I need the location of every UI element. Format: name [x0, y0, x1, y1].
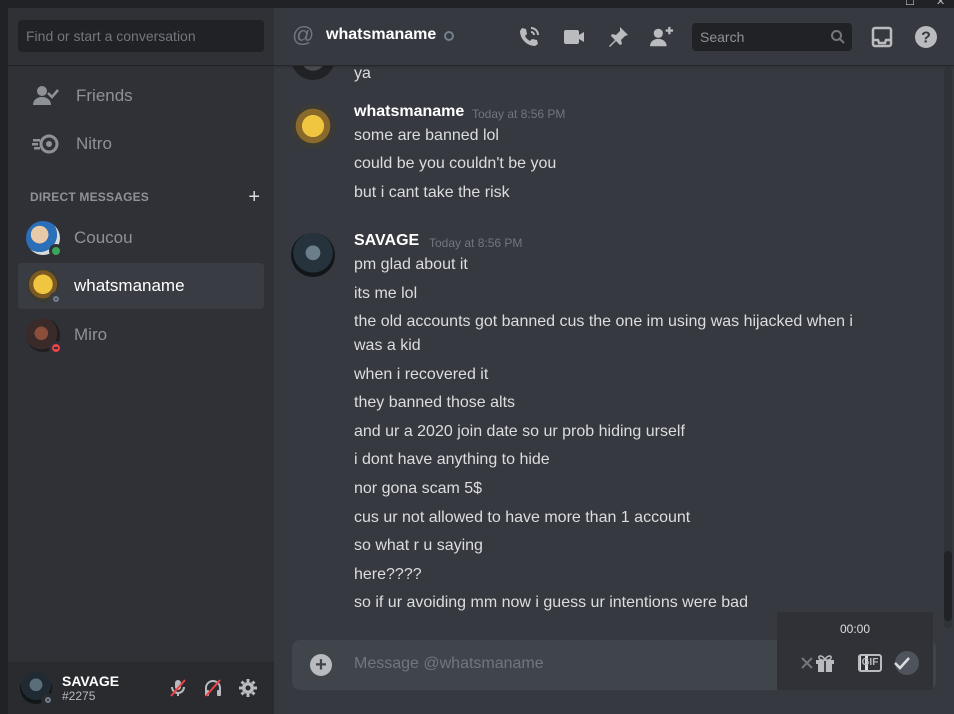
video-call-icon[interactable]	[562, 25, 586, 49]
user-identity: SAVAGE #2275	[62, 673, 119, 703]
message-text: was a kid	[354, 337, 421, 354]
channel-title: whatsmaname	[326, 26, 437, 43]
status-online-icon	[49, 244, 63, 258]
pinned-messages-icon[interactable]	[606, 25, 630, 49]
search-placeholder: Search	[700, 29, 745, 45]
dm-item-label: Miro	[74, 325, 108, 344]
avatar	[26, 221, 63, 258]
upload-plus-icon[interactable]: +	[310, 654, 332, 676]
message-author[interactable]: whatsmaname	[354, 103, 464, 121]
avatar	[26, 269, 63, 306]
gif-picker-icon[interactable]: GIF	[857, 650, 883, 676]
direct-messages-title: DIRECT MESSAGES	[30, 190, 150, 204]
chat-main: @ whatsmaname Search ? ya whatsmaname To…	[274, 8, 954, 714]
dm-sidebar: Find or start a conversation Friends Nit…	[8, 8, 274, 714]
dm-item-label: Coucou	[74, 228, 133, 247]
avatar[interactable]	[20, 672, 55, 707]
status-dnd-icon	[49, 341, 63, 355]
voice-call-icon[interactable]	[517, 25, 541, 49]
gift-icon[interactable]	[811, 650, 839, 676]
nav-item-label: Nitro	[76, 134, 112, 153]
message-list: ya whatsmaname Today at 8:56 PM some are…	[274, 66, 954, 626]
svg-text:?: ?	[921, 30, 931, 47]
message-text: and ur a 2020 join date so ur prob hidin…	[354, 423, 685, 440]
message-text: ya	[354, 66, 371, 82]
maximize-icon[interactable]: ☐	[905, 0, 915, 8]
message-text: here????	[354, 566, 422, 583]
user-panel: SAVAGE #2275	[8, 662, 274, 714]
user-settings-gear-icon[interactable]	[236, 676, 260, 700]
message-text: they banned those alts	[354, 394, 516, 411]
add-friend-to-dm-icon[interactable]	[650, 25, 674, 49]
friends-icon	[30, 80, 62, 112]
avatar[interactable]	[291, 104, 335, 148]
status-offline-icon	[41, 693, 55, 707]
message-author[interactable]: SAVAGE	[354, 232, 419, 250]
scrollbar-thumb[interactable]	[944, 551, 952, 621]
message-text: but i cant take the risk	[354, 184, 510, 201]
recording-timer: 00:00	[839, 622, 871, 636]
status-offline-icon	[49, 292, 63, 306]
message-timestamp: Today at 8:56 PM	[472, 107, 566, 121]
status-offline-icon	[444, 31, 454, 41]
header-search-input[interactable]: Search	[692, 23, 852, 51]
user-tag: #2275	[62, 689, 96, 703]
dm-item-label: whatsmaname	[74, 276, 185, 295]
nav-item-label: Friends	[76, 86, 133, 105]
dm-item-coucou[interactable]: Coucou	[18, 215, 264, 261]
nav-item-nitro[interactable]: Nitro	[18, 122, 264, 166]
deafen-headphones-icon[interactable]	[201, 676, 225, 700]
search-icon	[830, 29, 846, 45]
conversation-search-input[interactable]: Find or start a conversation	[18, 20, 264, 52]
message-text: pm glad about it	[354, 256, 468, 273]
message-text: so if ur avoiding mm now i guess ur inte…	[354, 594, 748, 611]
scrollbar-track[interactable]	[944, 68, 952, 628]
mute-microphone-icon[interactable]	[166, 676, 190, 700]
message-text: nor gona scam 5$	[354, 480, 483, 497]
inbox-icon[interactable]	[870, 25, 894, 49]
gif-label: GIF	[857, 654, 883, 672]
avatar	[291, 66, 335, 80]
create-dm-icon[interactable]: +	[248, 187, 260, 207]
nav-item-friends[interactable]: Friends	[18, 74, 264, 118]
avatar	[26, 318, 63, 355]
at-mention-icon: @	[292, 22, 315, 47]
chat-header: @ whatsmaname Search ?	[274, 8, 954, 66]
window-titlebar: ☐ ✕	[0, 0, 954, 8]
direct-messages-header: DIRECT MESSAGES +	[30, 187, 260, 207]
message-text: cus ur not allowed to have more than 1 a…	[354, 509, 691, 526]
message-text: i dont have anything to hide	[354, 451, 550, 468]
message-text: its me lol	[354, 285, 418, 302]
message-text: could be you couldn't be you	[354, 155, 557, 172]
sidebar-search-container: Find or start a conversation	[8, 8, 274, 66]
help-icon[interactable]: ?	[914, 25, 938, 49]
message-text: the old accounts got banned cus the one …	[354, 313, 853, 330]
nitro-icon	[30, 128, 62, 160]
message-text: when i recovered it	[354, 366, 489, 383]
message-text: so what r u saying	[354, 537, 483, 554]
message-input[interactable]: Message @whatsmaname	[354, 655, 544, 673]
message-text: some are banned lol	[354, 127, 499, 144]
dm-item-whatsmaname[interactable]: whatsmaname	[18, 263, 264, 309]
recording-overlay: 00:00 GIF	[777, 612, 933, 690]
dm-item-miro[interactable]: Miro	[18, 312, 264, 358]
username: SAVAGE	[62, 673, 120, 689]
message-timestamp: Today at 8:56 PM	[429, 236, 523, 250]
avatar[interactable]	[291, 233, 335, 277]
close-icon[interactable]: ✕	[936, 0, 945, 8]
confirm-check-icon[interactable]	[887, 650, 923, 676]
